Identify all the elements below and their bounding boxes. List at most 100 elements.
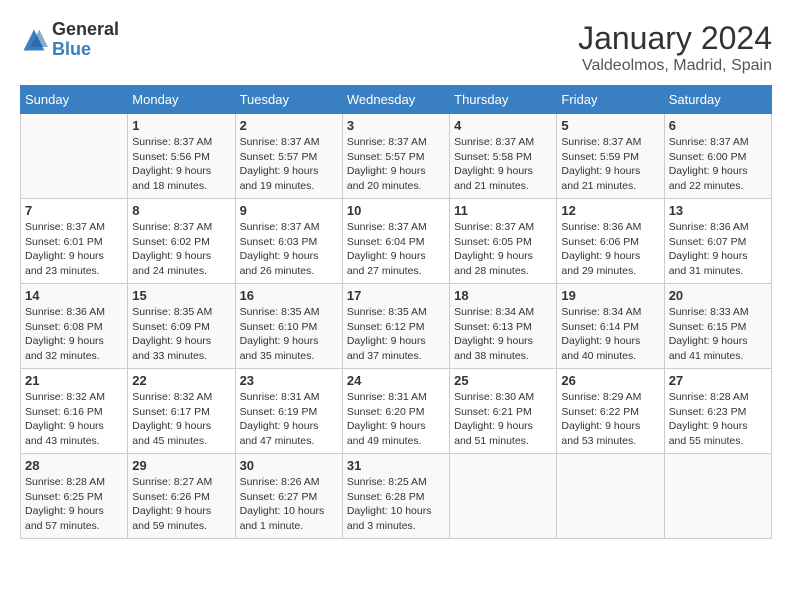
calendar-day-cell: 26 Sunrise: 8:29 AMSunset: 6:22 PMDayligh… (557, 369, 664, 454)
day-info: Sunrise: 8:37 AMSunset: 5:57 PMDaylight:… (240, 135, 338, 194)
day-number: 23 (240, 373, 338, 388)
day-info: Sunrise: 8:27 AMSunset: 6:26 PMDaylight:… (132, 475, 230, 534)
calendar-day-cell (664, 454, 771, 539)
calendar-week-row: 7 Sunrise: 8:37 AMSunset: 6:01 PMDaylight… (21, 199, 772, 284)
location-title: Valdeolmos, Madrid, Spain (578, 57, 772, 75)
day-number: 9 (240, 203, 338, 218)
day-number: 13 (669, 203, 767, 218)
weekday-row: SundayMondayTuesdayWednesdayThursdayFrid… (21, 86, 772, 114)
day-info: Sunrise: 8:35 AMSunset: 6:12 PMDaylight:… (347, 305, 445, 364)
calendar-day-cell: 15 Sunrise: 8:35 AMSunset: 6:09 PMDayligh… (128, 284, 235, 369)
calendar-day-cell: 3Sunrise: 8:37 AMSunset: 5:57 PMDaylight… (342, 114, 449, 199)
day-info: Sunrise: 8:37 AMSunset: 5:58 PMDaylight:… (454, 135, 552, 194)
calendar-day-cell: 29 Sunrise: 8:27 AMSunset: 6:26 PMDayligh… (128, 454, 235, 539)
day-info: Sunrise: 8:37 AMSunset: 6:05 PMDaylight:… (454, 220, 552, 279)
weekday-header: Thursday (450, 86, 557, 114)
day-number: 21 (25, 373, 123, 388)
weekday-header: Wednesday (342, 86, 449, 114)
day-number: 2 (240, 118, 338, 133)
calendar-day-cell: 12Sunrise: 8:36 AMSunset: 6:06 PMDayligh… (557, 199, 664, 284)
calendar-day-cell: 16Sunrise: 8:35 AMSunset: 6:10 PMDayligh… (235, 284, 342, 369)
logo-blue-text: Blue (52, 39, 91, 59)
day-info: Sunrise: 8:37 AMSunset: 6:00 PMDaylight:… (669, 135, 767, 194)
calendar-day-cell: 24Sunrise: 8:31 AMSunset: 6:20 PMDayligh… (342, 369, 449, 454)
calendar-day-cell: 20Sunrise: 8:33 AMSunset: 6:15 PMDayligh… (664, 284, 771, 369)
day-number: 30 (240, 458, 338, 473)
day-info: Sunrise: 8:26 AMSunset: 6:27 PMDaylight:… (240, 475, 338, 534)
calendar-week-row: 14Sunrise: 8:36 AMSunset: 6:08 PMDayligh… (21, 284, 772, 369)
day-number: 6 (669, 118, 767, 133)
calendar-week-row: 28Sunrise: 8:28 AMSunset: 6:25 PMDayligh… (21, 454, 772, 539)
weekday-header: Tuesday (235, 86, 342, 114)
day-number: 14 (25, 288, 123, 303)
page-header: General Blue January 2024 Valdeolmos, Ma… (20, 20, 772, 75)
day-number: 7 (25, 203, 123, 218)
title-block: January 2024 Valdeolmos, Madrid, Spain (578, 20, 772, 75)
calendar-day-cell: 21 Sunrise: 8:32 AMSunset: 6:16 PMDayligh… (21, 369, 128, 454)
calendar-day-cell: 4 Sunrise: 8:37 AMSunset: 5:58 PMDaylight… (450, 114, 557, 199)
day-info: Sunrise: 8:35 AMSunset: 6:09 PMDaylight:… (132, 305, 230, 364)
calendar-day-cell: 2 Sunrise: 8:37 AMSunset: 5:57 PMDaylight… (235, 114, 342, 199)
day-number: 20 (669, 288, 767, 303)
day-info: Sunrise: 8:28 AMSunset: 6:23 PMDaylight:… (669, 390, 767, 449)
day-info: Sunrise: 8:36 AMSunset: 6:07 PMDaylight:… (669, 220, 767, 279)
day-info: Sunrise: 8:30 AMSunset: 6:21 PMDaylight:… (454, 390, 552, 449)
day-number: 5 (561, 118, 659, 133)
day-number: 11 (454, 203, 552, 218)
calendar-day-cell: 14Sunrise: 8:36 AMSunset: 6:08 PMDayligh… (21, 284, 128, 369)
weekday-header: Saturday (664, 86, 771, 114)
calendar-day-cell: 25 Sunrise: 8:30 AMSunset: 6:21 PMDayligh… (450, 369, 557, 454)
calendar-day-cell: 10 Sunrise: 8:37 AMSunset: 6:04 PMDayligh… (342, 199, 449, 284)
day-info: Sunrise: 8:31 AMSunset: 6:19 PMDaylight:… (240, 390, 338, 449)
calendar-day-cell (21, 114, 128, 199)
day-number: 31 (347, 458, 445, 473)
logo-general-text: General (52, 19, 119, 39)
calendar-week-row: 1 Sunrise: 8:37 AMSunset: 5:56 PMDaylight… (21, 114, 772, 199)
day-number: 8 (132, 203, 230, 218)
day-info: Sunrise: 8:37 AMSunset: 6:02 PMDaylight:… (132, 220, 230, 279)
calendar-day-cell: 9Sunrise: 8:37 AMSunset: 6:03 PMDaylight… (235, 199, 342, 284)
calendar-day-cell: 11 Sunrise: 8:37 AMSunset: 6:05 PMDayligh… (450, 199, 557, 284)
day-info: Sunrise: 8:25 AMSunset: 6:28 PMDaylight:… (347, 475, 445, 534)
day-info: Sunrise: 8:37 AMSunset: 5:59 PMDaylight:… (561, 135, 659, 194)
weekday-header: Friday (557, 86, 664, 114)
day-number: 15 (132, 288, 230, 303)
day-number: 26 (561, 373, 659, 388)
calendar-day-cell: 17Sunrise: 8:35 AMSunset: 6:12 PMDayligh… (342, 284, 449, 369)
weekday-header: Monday (128, 86, 235, 114)
logo-icon (20, 26, 48, 54)
day-info: Sunrise: 8:37 AMSunset: 5:56 PMDaylight:… (132, 135, 230, 194)
calendar-body: 1 Sunrise: 8:37 AMSunset: 5:56 PMDaylight… (21, 114, 772, 539)
day-number: 25 (454, 373, 552, 388)
day-number: 3 (347, 118, 445, 133)
calendar-day-cell: 27 Sunrise: 8:28 AMSunset: 6:23 PMDayligh… (664, 369, 771, 454)
calendar-day-cell: 13 Sunrise: 8:36 AMSunset: 6:07 PMDayligh… (664, 199, 771, 284)
day-info: Sunrise: 8:32 AMSunset: 6:16 PMDaylight:… (25, 390, 123, 449)
calendar-day-cell: 8 Sunrise: 8:37 AMSunset: 6:02 PMDaylight… (128, 199, 235, 284)
day-number: 22 (132, 373, 230, 388)
calendar-day-cell: 18Sunrise: 8:34 AMSunset: 6:13 PMDayligh… (450, 284, 557, 369)
month-title: January 2024 (578, 20, 772, 57)
calendar-day-cell: 5 Sunrise: 8:37 AMSunset: 5:59 PMDaylight… (557, 114, 664, 199)
weekday-header: Sunday (21, 86, 128, 114)
calendar-day-cell: 7 Sunrise: 8:37 AMSunset: 6:01 PMDaylight… (21, 199, 128, 284)
calendar-week-row: 21 Sunrise: 8:32 AMSunset: 6:16 PMDayligh… (21, 369, 772, 454)
day-info: Sunrise: 8:34 AMSunset: 6:14 PMDaylight:… (561, 305, 659, 364)
day-number: 4 (454, 118, 552, 133)
calendar-day-cell: 1 Sunrise: 8:37 AMSunset: 5:56 PMDaylight… (128, 114, 235, 199)
calendar-day-cell: 31 Sunrise: 8:25 AMSunset: 6:28 PMDayligh… (342, 454, 449, 539)
day-number: 1 (132, 118, 230, 133)
day-info: Sunrise: 8:37 AMSunset: 6:01 PMDaylight:… (25, 220, 123, 279)
calendar-day-cell: 19Sunrise: 8:34 AMSunset: 6:14 PMDayligh… (557, 284, 664, 369)
day-number: 10 (347, 203, 445, 218)
calendar-day-cell: 30 Sunrise: 8:26 AMSunset: 6:27 PMDayligh… (235, 454, 342, 539)
day-info: Sunrise: 8:34 AMSunset: 6:13 PMDaylight:… (454, 305, 552, 364)
day-info: Sunrise: 8:29 AMSunset: 6:22 PMDaylight:… (561, 390, 659, 449)
day-number: 12 (561, 203, 659, 218)
calendar-table: SundayMondayTuesdayWednesdayThursdayFrid… (20, 85, 772, 539)
day-number: 16 (240, 288, 338, 303)
day-number: 29 (132, 458, 230, 473)
day-number: 27 (669, 373, 767, 388)
day-info: Sunrise: 8:37 AMSunset: 6:04 PMDaylight:… (347, 220, 445, 279)
calendar-day-cell (450, 454, 557, 539)
